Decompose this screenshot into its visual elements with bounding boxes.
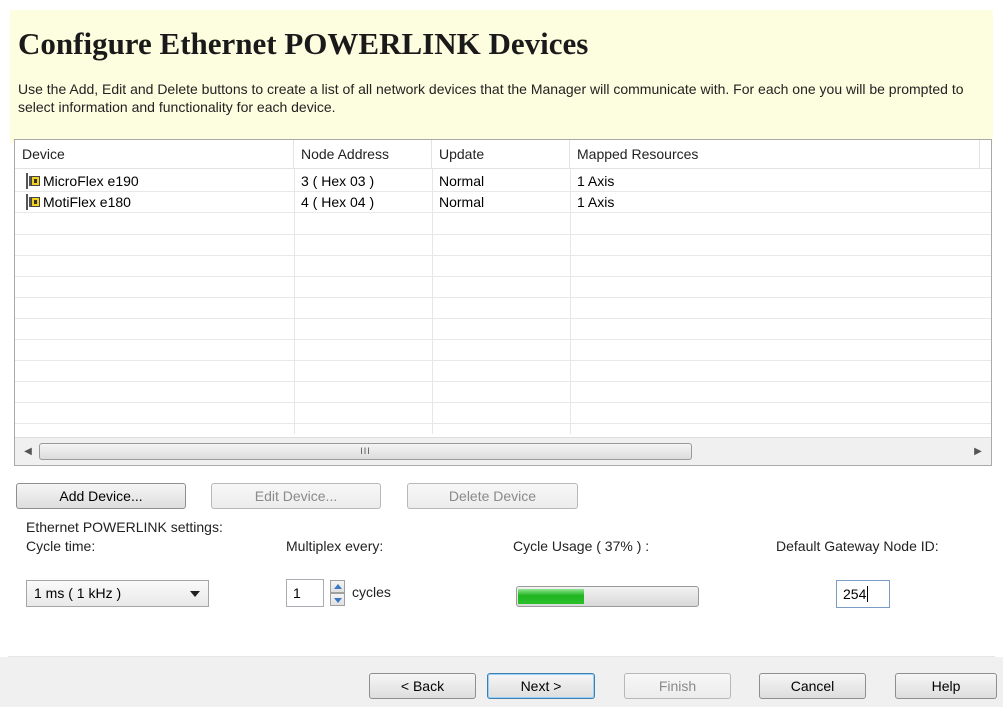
empty-row-line: [15, 276, 991, 277]
cycle-time-select[interactable]: 1 ms ( 1 kHz ): [26, 580, 209, 607]
device-icon: [25, 173, 41, 189]
empty-row-line: [15, 255, 991, 256]
empty-row-line: [15, 318, 991, 319]
multiplex-label: Multiplex every:: [286, 538, 384, 554]
cycle-time-label: Cycle time:: [26, 538, 96, 554]
cycle-usage-label: Cycle Usage ( 37% ) :: [513, 538, 650, 554]
add-device-button[interactable]: Add Device...: [16, 483, 186, 509]
update-cell: Normal: [439, 194, 485, 210]
cycle-usage-fill: [518, 589, 584, 604]
device-list[interactable]: Device Node Address Update Mapped Resour…: [14, 139, 992, 466]
empty-row-line: [15, 339, 991, 340]
empty-row-line: [15, 381, 991, 382]
cycle-time-value: 1 ms ( 1 kHz ): [34, 585, 122, 601]
empty-row-line: [15, 423, 991, 424]
column-header-update[interactable]: Update: [432, 140, 570, 169]
mapped-resources-cell: 1 Axis: [577, 173, 615, 189]
finish-button[interactable]: Finish: [624, 673, 731, 699]
text-caret: [867, 586, 869, 602]
delete-device-button[interactable]: Delete Device: [407, 483, 578, 509]
device-name-cell: MicroFlex e190: [18, 171, 139, 192]
empty-row-line: [15, 402, 991, 403]
empty-row-line: [15, 297, 991, 298]
multiplex-unit-label: cycles: [352, 584, 391, 600]
multiplex-stepper[interactable]: [330, 580, 345, 606]
node-address-cell: 4 ( Hex 04 ): [301, 194, 375, 210]
device-row[interactable]: MicroFlex e190 3 ( Hex 03 ) Normal 1 Axi…: [15, 171, 991, 192]
horizontal-scrollbar[interactable]: ◀ III ▶: [15, 437, 991, 465]
device-row[interactable]: MotiFlex e180 4 ( Hex 04 ) Normal 1 Axis: [15, 192, 991, 213]
wizard-header: Configure Ethernet POWERLINK Devices Use…: [10, 10, 993, 143]
device-name: MicroFlex e190: [43, 173, 139, 189]
update-cell: Normal: [439, 173, 485, 189]
column-header-node-address[interactable]: Node Address: [294, 140, 432, 169]
chevron-down-icon: [190, 591, 200, 597]
node-address-cell: 3 ( Hex 03 ): [301, 173, 375, 189]
mapped-resources-cell: 1 Axis: [577, 194, 615, 210]
device-name: MotiFlex e180: [43, 194, 131, 210]
page-title: Configure Ethernet POWERLINK Devices: [18, 26, 589, 61]
spin-down-icon[interactable]: [330, 593, 345, 606]
back-button[interactable]: < Back: [369, 673, 476, 699]
settings-group-label: Ethernet POWERLINK settings:: [26, 519, 223, 535]
gateway-node-id-label: Default Gateway Node ID:: [776, 538, 939, 554]
help-button[interactable]: Help: [895, 673, 997, 699]
device-name-cell: MotiFlex e180: [18, 192, 131, 213]
multiplex-input[interactable]: 1: [286, 579, 324, 607]
cancel-button[interactable]: Cancel: [759, 673, 866, 699]
cycle-usage-progress: [516, 586, 699, 607]
column-header-device[interactable]: Device: [15, 140, 294, 169]
edit-device-button[interactable]: Edit Device...: [211, 483, 381, 509]
column-header-mapped-resources[interactable]: Mapped Resources: [570, 140, 980, 169]
next-button[interactable]: Next >: [487, 673, 595, 699]
gateway-node-id-input[interactable]: 254: [836, 580, 890, 608]
device-list-header: Device Node Address Update Mapped Resour…: [15, 140, 991, 169]
empty-row-line: [15, 234, 991, 235]
gateway-node-id-value: 254: [843, 586, 867, 602]
scrollbar-grip: III: [360, 446, 371, 456]
device-icon: [25, 194, 41, 210]
scroll-left-icon[interactable]: ◀: [21, 445, 35, 459]
scrollbar-thumb[interactable]: III: [39, 443, 692, 460]
page-description: Use the Add, Edit and Delete buttons to …: [18, 81, 964, 115]
spin-up-icon[interactable]: [330, 580, 345, 593]
scroll-right-icon[interactable]: ▶: [971, 445, 985, 459]
empty-row-line: [15, 360, 991, 361]
